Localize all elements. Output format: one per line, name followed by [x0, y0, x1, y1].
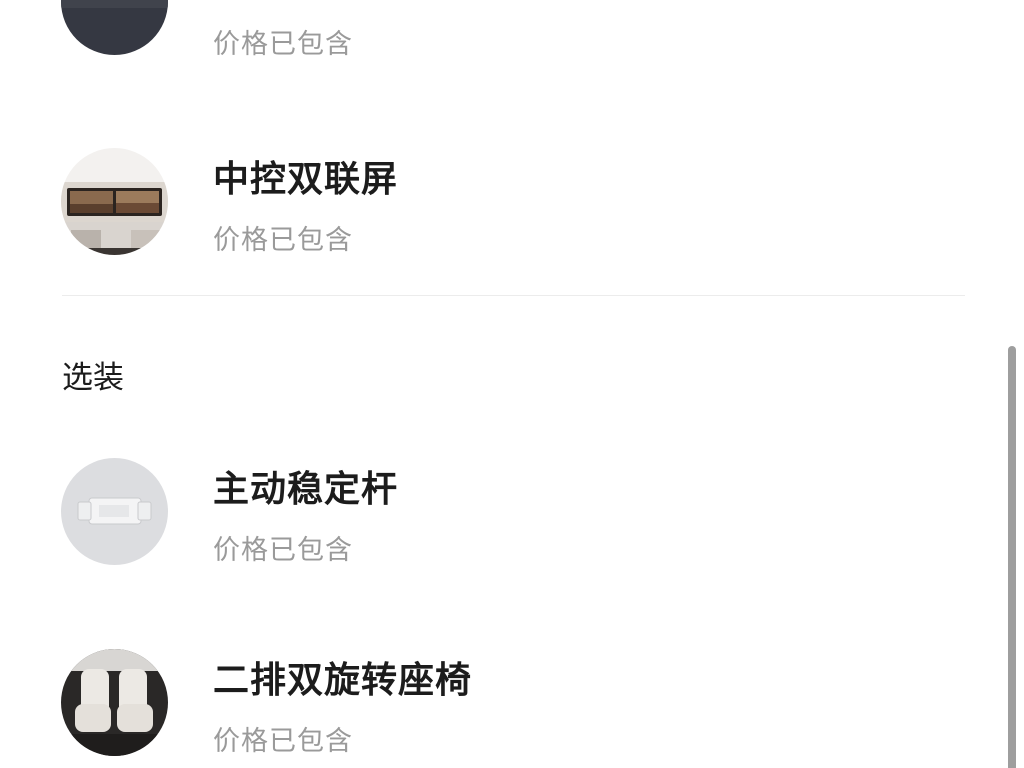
swivel-seat-image	[61, 649, 168, 756]
stabilizer-bar-thumbnail	[61, 458, 168, 565]
option-item-dual-screen[interactable]: 中控双联屏 价格已包含	[0, 148, 1000, 258]
stabilizer-bar-image	[61, 458, 168, 565]
option-title: 主动稳定杆	[213, 469, 399, 510]
scrollbar[interactable]	[1008, 346, 1016, 768]
option-subtitle: 价格已包含	[213, 726, 353, 757]
option-item-wheel[interactable]: 价格已包含	[0, 0, 1000, 62]
options-page: 价格已包含 中控双联屏 价格已包含 选装 主动稳定杆 价格已包含 二排双旋转座椅…	[0, 0, 1024, 768]
wheel-thumbnail	[61, 0, 168, 55]
option-title: 中控双联屏	[213, 159, 399, 200]
option-item-swivel-seat[interactable]: 二排双旋转座椅 价格已包含	[0, 649, 1000, 759]
option-subtitle: 价格已包含	[213, 225, 353, 256]
option-title: 二排双旋转座椅	[213, 660, 473, 701]
option-item-stabilizer[interactable]: 主动稳定杆 价格已包含	[0, 458, 1000, 568]
dual-screen-thumbnail	[61, 148, 168, 255]
wheel-thumbnail-image	[61, 0, 168, 55]
swivel-seat-thumbnail	[61, 649, 168, 756]
optional-section-title: 选装	[62, 360, 124, 396]
option-subtitle: 价格已包含	[213, 535, 353, 566]
dual-screen-image	[61, 148, 168, 255]
option-subtitle: 价格已包含	[213, 29, 353, 60]
section-divider	[62, 295, 965, 296]
